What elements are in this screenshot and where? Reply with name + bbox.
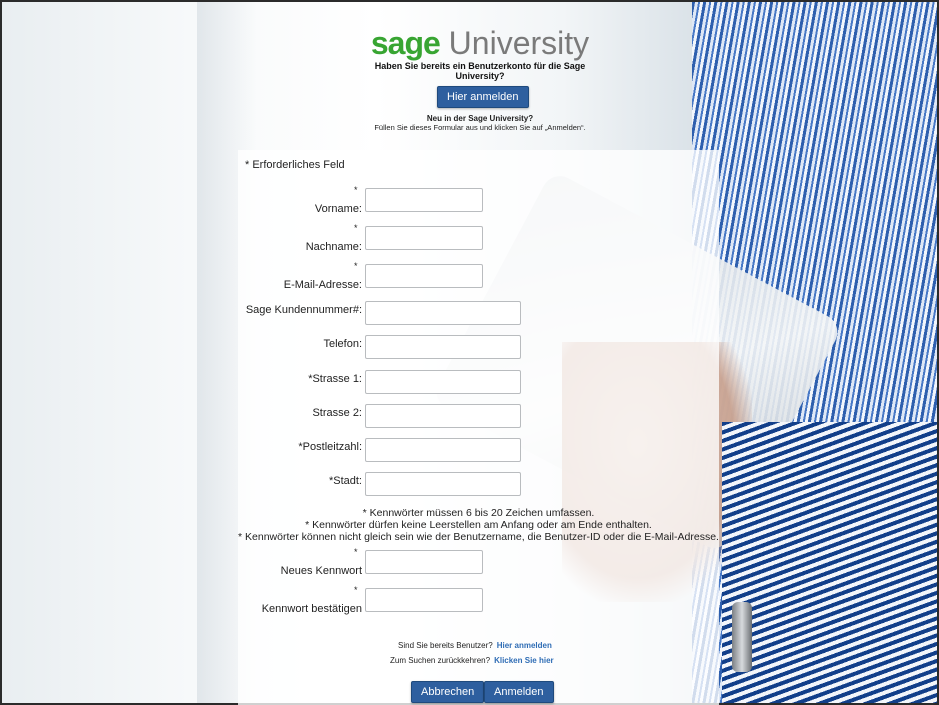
existing-user-text: Sind Sie bereits Benutzer? <box>398 641 493 650</box>
logo-product: University <box>439 25 590 61</box>
required-star: * <box>354 261 358 271</box>
confirm-password-label: Kennwort bestätigen <box>261 603 362 615</box>
required-star: * <box>354 547 358 557</box>
header: sage University Haben Sie bereits ein Be… <box>360 26 600 81</box>
new-password-label: Neues Kennwort <box>280 565 362 577</box>
submit-button[interactable]: Anmelden <box>484 681 554 703</box>
email-label: E-Mail-Adresse: <box>283 279 362 291</box>
existing-account-question: Haben Sie bereits ein Benutzerkonto für … <box>374 61 586 81</box>
password-rule: * Kennwörter müssen 6 bis 20 Zeichen umf… <box>362 507 595 519</box>
password-rule: * Kennwörter dürfen keine Leerstellen am… <box>305 519 652 531</box>
postal-code-input[interactable] <box>365 438 521 462</box>
phone-input[interactable] <box>365 335 521 359</box>
back-to-search-line: Zum Suchen zurückkehren? Klicken Sie hier <box>390 656 554 665</box>
login-button[interactable]: Hier anmelden <box>437 86 529 108</box>
city-input[interactable] <box>365 472 521 496</box>
background-cuff <box>722 422 937 703</box>
logo-brand: sage <box>370 25 441 61</box>
confirm-password-input[interactable] <box>365 588 483 612</box>
required-star: * <box>354 185 358 195</box>
nachname-label: Nachname: <box>305 241 362 253</box>
email-input[interactable] <box>365 264 483 288</box>
street1-input[interactable] <box>365 370 521 394</box>
vorname-input[interactable] <box>365 188 483 212</box>
background-watch <box>732 602 752 672</box>
new-password-input[interactable] <box>365 550 483 574</box>
street2-input[interactable] <box>365 404 521 428</box>
existing-user-line: Sind Sie bereits Benutzer? Hier anmelden <box>398 641 552 650</box>
new-user-intro: Neu in der Sage University? Füllen Sie d… <box>300 114 660 132</box>
customer-number-input[interactable] <box>365 301 521 325</box>
new-user-title: Neu in der Sage University? <box>426 114 534 123</box>
password-rule: * Kennwörter können nicht gleich sein wi… <box>238 531 719 543</box>
new-user-subtitle: Füllen Sie dieses Formular aus und klick… <box>374 123 586 132</box>
sage-university-logo: sage University <box>360 26 600 60</box>
street1-label: *Strasse 1: <box>308 373 362 385</box>
password-rules: * Kennwörter müssen 6 bis 20 Zeichen umf… <box>238 507 719 543</box>
city-label: *Stadt: <box>328 475 362 487</box>
required-star: * <box>354 585 358 595</box>
nachname-input[interactable] <box>365 226 483 250</box>
street2-label: Strasse 2: <box>312 407 362 419</box>
customer-number-label: Sage Kundennummer#: <box>245 304 362 316</box>
postal-code-label: *Postleitzahl: <box>298 441 362 453</box>
phone-label: Telefon: <box>323 338 362 350</box>
required-star: * <box>354 223 358 233</box>
required-field-note: * Erforderliches Feld <box>245 159 345 171</box>
back-to-search-text: Zum Suchen zurückkehren? <box>390 656 491 665</box>
cancel-button[interactable]: Abbrechen <box>411 681 485 703</box>
vorname-label: Vorname: <box>314 203 362 215</box>
back-to-search-link[interactable]: Klicken Sie hier <box>494 656 554 665</box>
existing-user-login-link[interactable]: Hier anmelden <box>497 641 552 650</box>
